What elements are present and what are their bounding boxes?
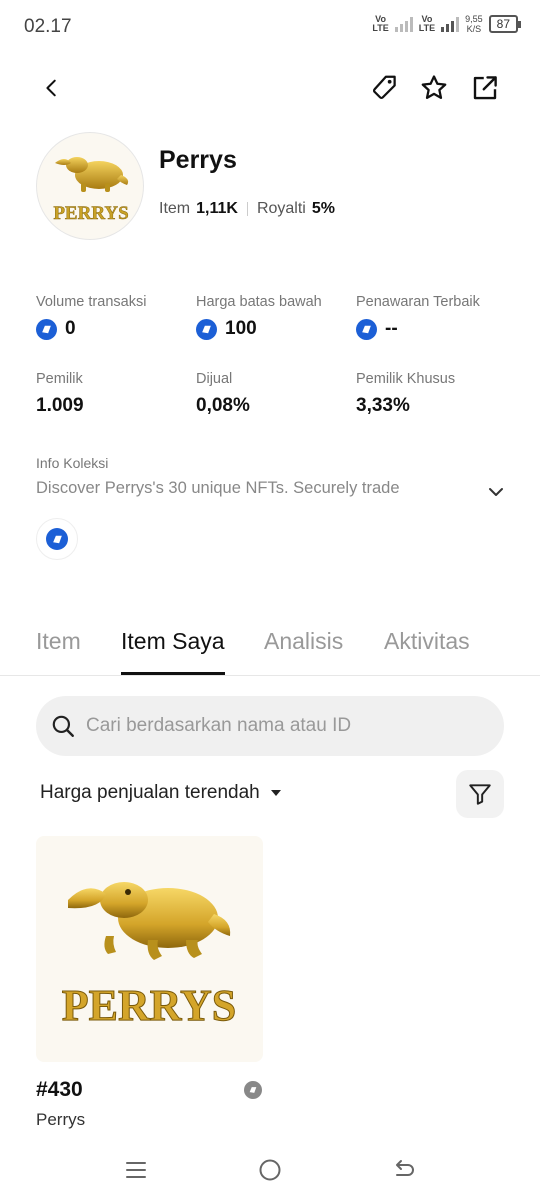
menu-lines-icon <box>126 1162 146 1178</box>
top-app-bar <box>0 66 540 110</box>
collection-meta: Item 1,11K Royalti 5% <box>159 200 335 218</box>
chain-coin-icon <box>36 318 57 340</box>
home-button[interactable] <box>250 1150 290 1190</box>
stat-label: Volume transaksi <box>36 294 147 310</box>
expand-info-button[interactable] <box>484 480 508 504</box>
collection-name: Perrys <box>159 146 237 174</box>
status-bar: 02.17 Vo LTE Vo LTE 9,55 K/S 87 <box>0 0 540 56</box>
status-time: 02.17 <box>24 16 72 37</box>
nft-card-image[interactable]: PERRYS <box>36 836 263 1062</box>
stat-value: 0 <box>65 318 76 339</box>
nft-id: #430 <box>36 1078 83 1101</box>
tab-analisis[interactable]: Analisis <box>264 628 343 674</box>
stat-value: 100 <box>225 318 257 339</box>
chain-link-button[interactable] <box>36 518 78 560</box>
signal-icon <box>441 16 460 32</box>
share-external-icon <box>473 76 497 100</box>
chain-coin-icon <box>46 528 68 550</box>
royalty-label: Royalti <box>256 200 306 217</box>
stat-volume: Volume transaksi 0 <box>36 294 146 340</box>
chain-coin-icon <box>356 318 377 340</box>
sort-label: Harga penjualan terendah <box>40 782 260 803</box>
stat-unique-owners: Pemilik Khusus 3,33% <box>356 371 455 417</box>
stat-label: Pemilik <box>36 371 83 387</box>
collection-info-text: Discover Perrys's 30 unique NFTs. Secure… <box>36 479 400 497</box>
collection-avatar: PERRYS <box>36 132 144 240</box>
share-button[interactable] <box>465 68 505 108</box>
favorite-button[interactable] <box>414 68 454 108</box>
filter-button[interactable] <box>456 770 504 818</box>
stat-value: 0,08% <box>196 395 250 416</box>
search-input[interactable] <box>86 715 466 737</box>
platypus-nft-image: PERRYS <box>61 882 237 1031</box>
price-tag-icon <box>372 75 396 100</box>
stat-floor-price: Harga batas bawah 100 <box>196 294 322 340</box>
stat-value: 3,33% <box>356 395 410 416</box>
price-tag-button[interactable] <box>364 68 404 108</box>
stat-label: Dijual <box>196 371 233 387</box>
search-icon <box>52 715 74 737</box>
back-arrow-icon <box>46 79 56 97</box>
platypus-logo-image: PERRYS <box>53 157 129 224</box>
star-icon <box>421 75 447 99</box>
stat-label: Penawaran Terbaik <box>356 294 480 310</box>
battery-indicator: 87 <box>488 15 522 33</box>
status-indicators: Vo LTE Vo LTE 9,55 K/S 87 <box>372 14 522 34</box>
recents-button[interactable] <box>116 1150 156 1190</box>
stat-value: -- <box>385 318 398 339</box>
signal-icon <box>394 16 413 32</box>
filter-icon <box>469 784 491 805</box>
tab-item[interactable]: Item <box>36 628 81 674</box>
svg-text:PERRYS: PERRYS <box>62 981 236 1030</box>
tab-aktivitas[interactable]: Aktivitas <box>384 628 470 674</box>
back-nav-button[interactable] <box>384 1150 424 1190</box>
chain-coin-icon <box>196 318 217 340</box>
return-arrow-icon <box>396 1160 414 1176</box>
item-count-value: 1,11K <box>196 200 238 217</box>
stat-value: 1.009 <box>36 395 84 416</box>
divider <box>246 202 248 216</box>
tab-bar: Item Item Saya Analisis Aktivitas <box>0 620 540 676</box>
royalty-value: 5% <box>311 200 335 217</box>
stat-listed: Dijual 0,08% <box>196 371 250 417</box>
chevron-down-icon <box>489 488 503 496</box>
network-speed: 9,55 K/S <box>465 14 483 34</box>
sort-dropdown[interactable]: Harga penjualan terendah <box>40 782 282 804</box>
stat-owners: Pemilik 1.009 <box>36 371 84 417</box>
stat-best-offer: Penawaran Terbaik -- <box>356 294 480 340</box>
chain-coin-icon <box>244 1081 262 1099</box>
caret-down-icon <box>270 790 281 796</box>
back-button[interactable] <box>32 68 72 108</box>
network-type-2: Vo LTE <box>418 14 436 33</box>
system-nav-bar <box>0 1146 540 1200</box>
network-type-1: Vo LTE <box>372 14 389 33</box>
home-circle-icon <box>259 1159 281 1181</box>
nft-collection-name: Perrys <box>36 1110 86 1129</box>
svg-text:PERRYS: PERRYS <box>53 203 128 224</box>
stat-label: Pemilik Khusus <box>356 371 456 387</box>
item-count-label: Item <box>159 200 191 217</box>
tab-item-saya[interactable]: Item Saya <box>121 628 225 675</box>
collection-info-label: Info Koleksi <box>36 455 109 471</box>
stat-label: Harga batas bawah <box>196 294 322 310</box>
search-bar <box>36 696 504 756</box>
